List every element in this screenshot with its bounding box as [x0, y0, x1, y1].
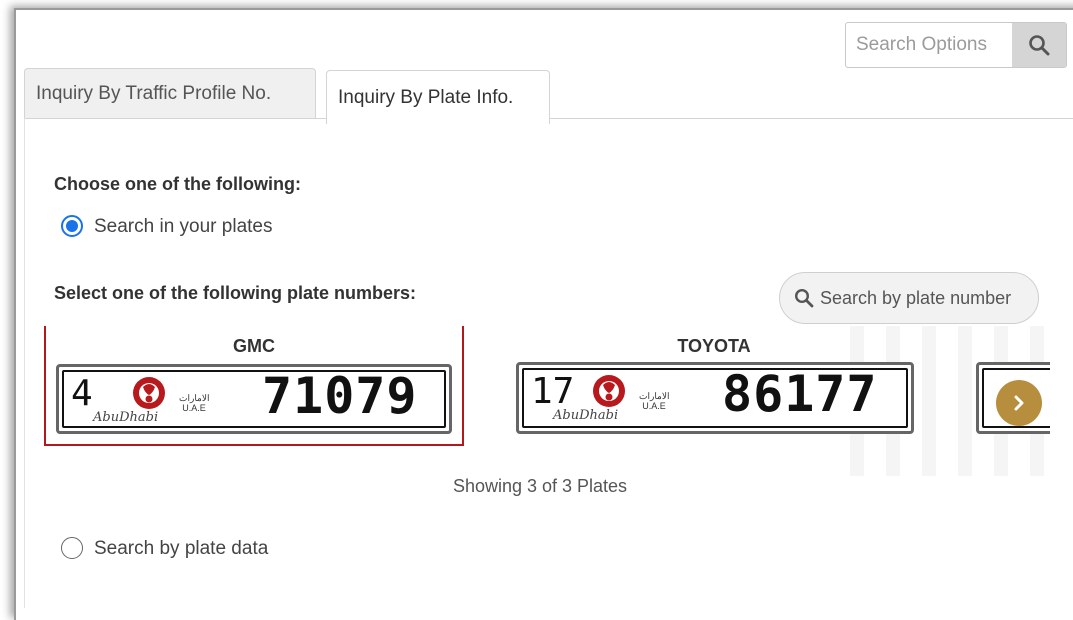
plate-carousel: GMC 4 AbuDhabi الامارات U.A.E 71079 TOYO…: [40, 326, 1050, 476]
plate-card-gmc[interactable]: GMC 4 AbuDhabi الامارات U.A.E 71079: [44, 326, 464, 446]
search-icon: [1029, 35, 1050, 56]
plate-search-input[interactable]: [820, 273, 1030, 323]
falcon-emblem-icon: [133, 377, 165, 409]
plate-image: 4 AbuDhabi الامارات U.A.E 71079: [56, 364, 452, 434]
plate-code: 17: [531, 371, 575, 412]
tab-traffic-profile[interactable]: Inquiry By Traffic Profile No.: [24, 68, 316, 118]
uae-badge: الامارات U.A.E: [179, 393, 210, 413]
radio-search-your-plates[interactable]: [61, 215, 83, 237]
plate-city: AbuDhabi: [93, 410, 159, 425]
search-options-input[interactable]: [846, 23, 1011, 67]
plate-make: TOYOTA: [677, 336, 751, 356]
choose-heading: Choose one of the following:: [54, 174, 301, 194]
plate-card-toyota[interactable]: TOYOTA 17 AbuDhabi الامارات U.A.E 86177: [506, 326, 922, 444]
plate-image: 17 AbuDhabi الامارات U.A.E 86177: [516, 362, 914, 434]
search-options-button[interactable]: [1012, 23, 1066, 67]
chevron-right-icon: [1014, 395, 1024, 411]
tab-plate-info[interactable]: Inquiry By Plate Info.: [326, 70, 550, 124]
carousel-status: Showing 3 of 3 Plates: [452, 476, 628, 496]
uae-badge: الامارات U.A.E: [639, 391, 670, 411]
plate-make: GMC: [233, 336, 275, 356]
radio-label-your-plates[interactable]: Search in your plates: [94, 216, 273, 238]
plate-code: 4: [71, 373, 93, 414]
plate-number: 71079: [262, 367, 418, 425]
carousel-next-button[interactable]: [996, 380, 1042, 426]
falcon-emblem-icon: [593, 375, 625, 407]
search-options-box: [845, 22, 1067, 68]
plate-search-box: [779, 272, 1039, 324]
radio-search-plate-data[interactable]: [61, 537, 83, 559]
panel-border: [24, 118, 25, 608]
search-icon: [794, 288, 814, 308]
plate-number: 86177: [722, 365, 878, 423]
select-plate-heading: Select one of the following plate number…: [54, 283, 417, 303]
radio-label-plate-data[interactable]: Search by plate data: [94, 538, 268, 560]
plate-city: AbuDhabi: [553, 408, 619, 423]
